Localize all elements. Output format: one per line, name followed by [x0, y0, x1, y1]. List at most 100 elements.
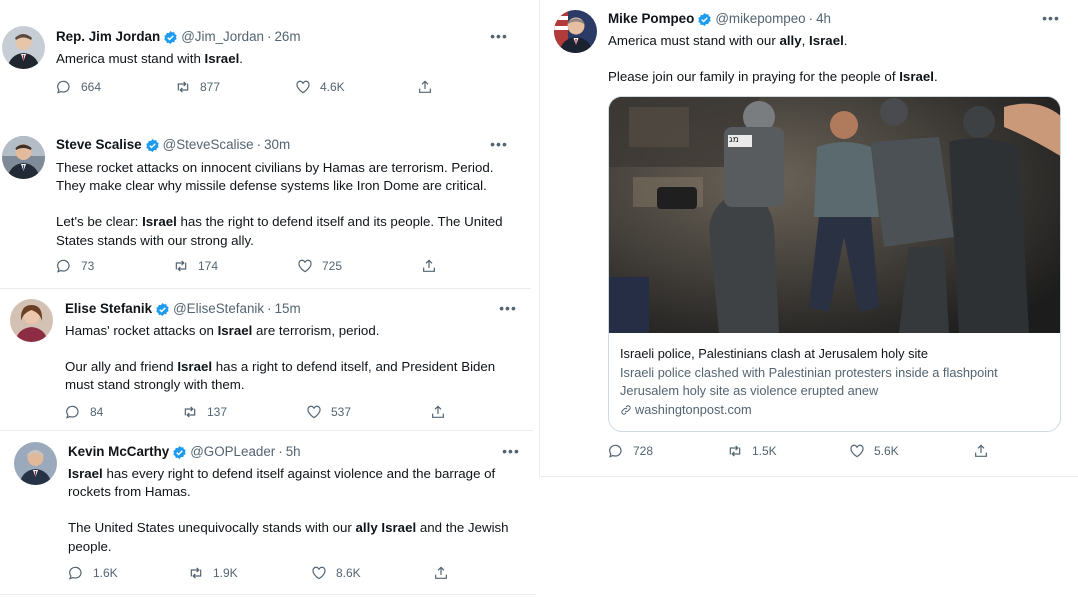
reply-count: 73 [81, 259, 95, 273]
tweet-text-segment: Let's be clear: [56, 214, 143, 230]
reply-button[interactable]: 73 [56, 258, 173, 274]
reply-button[interactable]: 664 [56, 79, 175, 95]
highlighted-keyword: Israel [177, 359, 213, 375]
like-button[interactable]: 5.6K [849, 443, 973, 459]
share-icon [423, 259, 435, 272]
timestamp[interactable]: 26m [274, 28, 300, 46]
tweet-actions: 1.6K 1.9K 8.6K [68, 565, 458, 581]
timestamp[interactable]: 30m [264, 136, 290, 154]
more-icon[interactable]: ••• [498, 301, 518, 320]
handle[interactable]: @Jim_Jordan [181, 28, 264, 46]
display-name[interactable]: Steve Scalise [56, 136, 142, 154]
retweet-button[interactable]: 174 [173, 258, 297, 274]
like-button[interactable]: 537 [306, 404, 430, 420]
like-icon [312, 566, 326, 580]
highlighted-keyword: Israel [142, 214, 177, 230]
more-icon[interactable]: ••• [501, 444, 521, 463]
more-icon[interactable]: ••• [489, 29, 509, 48]
separator-dot: · [256, 137, 262, 152]
avatar[interactable] [10, 299, 53, 342]
reply-count: 664 [81, 80, 102, 94]
share-button[interactable] [430, 404, 455, 420]
tweet-mike-pompeo[interactable]: Mike Pompeo @mikepompeo · 4h ••• America… [541, 0, 1078, 476]
tweet-text: America must stand with Israel. [56, 50, 516, 68]
reply-icon [57, 80, 70, 94]
retweet-count: 174 [198, 259, 219, 273]
like-button[interactable]: 725 [297, 258, 421, 274]
link-preview-card[interactable]: מג Israeli police, Palestinians clash at… [608, 96, 1061, 432]
tweet-actions: 664 877 4.6K [56, 79, 442, 95]
verified-badge-icon [163, 30, 178, 45]
link-preview-domain[interactable]: washingtonpost.com [620, 401, 1050, 420]
display-name[interactable]: Elise Stefanik [65, 300, 152, 318]
reply-button[interactable]: 728 [608, 443, 727, 459]
separator-dot: · [267, 301, 272, 316]
timestamp[interactable]: 15m [275, 300, 301, 318]
tweet-text-segment: . [239, 51, 243, 66]
separator-dot: · [808, 11, 814, 26]
display-name[interactable]: Rep. Jim Jordan [56, 28, 160, 46]
more-icon[interactable]: ••• [1041, 11, 1061, 30]
timestamp[interactable]: 5h [286, 443, 301, 461]
retweet-button[interactable]: 137 [182, 404, 306, 420]
tweet-header: Rep. Jim Jordan @Jim_Jordan · 26m [56, 28, 301, 46]
tweet-paragraph: America must stand with Israel. [56, 50, 516, 68]
highlighted-keyword: Israel [204, 51, 240, 66]
retweet-icon [177, 81, 189, 93]
reply-icon [609, 444, 622, 458]
avatar[interactable] [554, 10, 597, 53]
like-button[interactable]: 4.6K [295, 79, 417, 95]
tweet-text: Israel has every right to defend itself … [68, 465, 528, 556]
retweet-count: 877 [200, 80, 221, 94]
retweet-button[interactable]: 877 [175, 79, 295, 95]
tweet-header: Steve Scalise @SteveScalise · 30m [56, 136, 290, 154]
timestamp[interactable]: 4h [816, 10, 831, 28]
tweet-elise-stefanik[interactable]: Elise Stefanik @EliseStefanik · 15m ••• … [0, 290, 533, 428]
link-icon [621, 405, 631, 415]
share-button[interactable] [433, 565, 458, 581]
highlighted-keyword: Israel [68, 466, 103, 481]
reply-button[interactable]: 84 [65, 404, 182, 420]
avatar[interactable] [2, 26, 45, 69]
like-button[interactable]: 8.6K [311, 565, 433, 581]
tweet-text-segment: The United States unequivocally stands w… [68, 520, 356, 536]
handle[interactable]: @EliseStefanik [173, 300, 264, 318]
tweet-paragraph: America must stand with our ally, Israel… [608, 32, 1063, 50]
highlighted-keyword: Israel [809, 33, 844, 48]
link-preview-image[interactable]: מג [609, 97, 1060, 333]
tweet-jim-jordan[interactable]: Rep. Jim Jordan @Jim_Jordan · 26m ••• Am… [0, 0, 533, 112]
link-preview-title[interactable]: Israeli police, Palestinians clash at Je… [620, 345, 1050, 364]
handle[interactable]: @mikepompeo [715, 10, 805, 28]
avatar[interactable] [14, 442, 57, 485]
avatar[interactable] [2, 136, 45, 179]
reply-button[interactable]: 1.6K [68, 565, 188, 581]
retweet-icon [190, 567, 202, 579]
display-name[interactable]: Kevin McCarthy [68, 443, 169, 461]
share-button[interactable] [973, 443, 998, 459]
tweet-paragraph: Israel has every right to defend itself … [68, 465, 528, 501]
tweet-kevin-mccarthy[interactable]: Kevin McCarthy @GOPLeader · 5h ••• Israe… [0, 432, 536, 594]
link-preview-meta: Israeli police, Palestinians clash at Je… [620, 345, 1050, 419]
retweet-button[interactable]: 1.5K [727, 443, 849, 459]
image-badge-text: מג [729, 135, 739, 145]
tweet-text-segment: Please join our family in praying for th… [608, 69, 900, 85]
tweet-paragraph: Hamas' rocket attacks on Israel are terr… [65, 322, 525, 340]
handle[interactable]: @SteveScalise [163, 136, 254, 154]
separator-dot: · [267, 29, 272, 44]
column-divider [539, 0, 540, 478]
tweet-steve-scalise[interactable]: Steve Scalise @SteveScalise · 30m ••• Th… [0, 114, 533, 286]
handle[interactable]: @GOPLeader [190, 443, 275, 461]
share-icon [419, 80, 431, 93]
retweet-button[interactable]: 1.9K [188, 565, 311, 581]
tweet-text-segment: These rocket attacks on innocent civilia… [56, 160, 494, 194]
share-button[interactable] [417, 79, 442, 95]
share-button[interactable] [421, 258, 446, 274]
tweet-paragraph: The United States unequivocally stands w… [68, 519, 528, 555]
highlighted-keyword: ally [355, 520, 378, 536]
share-icon [435, 566, 447, 579]
verified-badge-icon [697, 12, 712, 27]
more-icon[interactable]: ••• [489, 137, 509, 156]
tweet-text-segment: are terrorism, period. [252, 323, 380, 338]
tweet-text-segment: Our ally and friend [65, 359, 178, 375]
display-name[interactable]: Mike Pompeo [608, 10, 694, 28]
